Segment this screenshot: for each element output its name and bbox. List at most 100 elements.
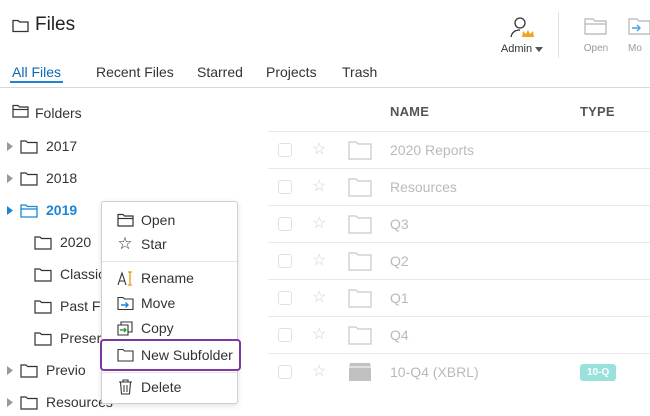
sidebar-item-2017[interactable]: 2017: [0, 135, 77, 157]
table-row[interactable]: ☆ Resources: [268, 169, 650, 205]
menu-item-star[interactable]: ☆ Star: [102, 232, 237, 256]
menu-item-label: Delete: [141, 379, 182, 395]
star-icon[interactable]: ☆: [312, 179, 326, 195]
star-icon[interactable]: ☆: [312, 364, 326, 380]
sidebar-item-classic[interactable]: Classic: [0, 263, 105, 285]
menu-item-open[interactable]: Open: [102, 208, 237, 232]
folder-icon: [34, 299, 52, 314]
folders-heading-label: Folders: [35, 104, 82, 121]
table-row[interactable]: ☆ 2020 Reports: [268, 132, 650, 168]
sidebar-item-past[interactable]: Past Fi: [0, 295, 104, 317]
sidebar-item-2018[interactable]: 2018: [0, 167, 77, 189]
folder-open-icon: [116, 213, 134, 227]
table-row[interactable]: ☆ 10-Q4 (XBRL) 10-Q: [268, 354, 650, 390]
file-name: 2020 Reports: [390, 142, 475, 158]
star-icon[interactable]: ☆: [312, 327, 326, 343]
tab-projects[interactable]: Projects: [266, 64, 317, 80]
caret-right-icon[interactable]: [0, 397, 20, 407]
page-header: Files: [12, 14, 75, 36]
filing-box-icon: [348, 362, 372, 382]
menu-divider: [102, 261, 237, 262]
context-menu: Open ☆ Star Rename Move Copy New Subfold…: [100, 201, 241, 404]
sidebar-item-label: Classic: [60, 266, 106, 282]
sidebar-item-2019[interactable]: 2019: [0, 199, 77, 221]
sidebar-item-label: 2020: [60, 234, 92, 250]
caret-right-icon[interactable]: [0, 141, 20, 151]
file-name: Q1: [390, 290, 409, 306]
type-badge: 10-Q: [580, 363, 617, 381]
sidebar-item-previo[interactable]: Previo: [0, 359, 86, 381]
tab-trash[interactable]: Trash: [342, 64, 377, 80]
sidebar-item-label: 2018: [46, 170, 78, 186]
open-label: Open: [583, 43, 609, 54]
folder-icon: [20, 395, 38, 410]
tab-bar: All Files Recent Files Starred Projects …: [0, 64, 650, 88]
file-name: Q4: [390, 327, 409, 343]
table-row[interactable]: ☆ Q1: [268, 280, 650, 316]
caret-right-icon[interactable]: [0, 365, 20, 375]
folder-icon: [20, 363, 38, 378]
sidebar-item-label: Previo: [46, 362, 86, 378]
tab-recent-files[interactable]: Recent Files: [96, 64, 174, 80]
move-label: Mo: [628, 43, 642, 54]
file-name: Q3: [390, 216, 409, 232]
user-crown-icon: [509, 17, 535, 41]
star-icon[interactable]: ☆: [312, 253, 326, 269]
folder-open-icon: [584, 18, 608, 39]
row-checkbox[interactable]: [278, 143, 292, 157]
menu-item-label: New Subfolder: [141, 347, 233, 363]
new-folder-icon: [116, 348, 134, 362]
sidebar-item-label: 2019: [46, 202, 78, 218]
open-button[interactable]: Open: [572, 16, 620, 54]
menu-item-delete[interactable]: Delete: [102, 375, 237, 399]
caret-right-icon[interactable]: [0, 173, 20, 183]
folders-heading: Folders: [12, 104, 82, 121]
tab-starred[interactable]: Starred: [197, 64, 243, 80]
admin-menu-button[interactable]: Admin: [498, 16, 546, 55]
column-header-name[interactable]: NAME: [390, 104, 429, 119]
tab-all-files[interactable]: All Files: [9, 64, 64, 83]
folder-icon: [34, 235, 52, 250]
sidebar-item-label: Preser: [60, 330, 102, 346]
column-header-type[interactable]: TYPE: [580, 104, 615, 119]
table-row[interactable]: ☆ Q4: [268, 317, 650, 353]
star-icon[interactable]: ☆: [312, 142, 326, 158]
rename-icon: [116, 270, 134, 286]
file-name: 10-Q4 (XBRL): [390, 364, 479, 380]
caret-right-icon[interactable]: [0, 205, 20, 215]
table-row[interactable]: ☆ Q2: [268, 243, 650, 279]
row-checkbox[interactable]: [278, 217, 292, 231]
row-checkbox[interactable]: [278, 365, 292, 379]
sidebar-item-2020[interactable]: 2020: [0, 231, 91, 253]
folder-icon: [12, 18, 29, 33]
menu-item-label: Move: [141, 295, 176, 311]
menu-item-move[interactable]: Move: [102, 291, 237, 315]
move-icon: [116, 296, 134, 311]
folder-icon: [348, 140, 372, 160]
move-button[interactable]: Mo: [628, 16, 650, 54]
copy-icon: [116, 320, 134, 336]
folder-icon: [348, 177, 372, 197]
row-checkbox[interactable]: [278, 328, 292, 342]
star-icon[interactable]: ☆: [312, 216, 326, 232]
row-checkbox[interactable]: [278, 291, 292, 305]
table-row[interactable]: ☆ Q3: [268, 206, 650, 242]
move-icon: [628, 18, 650, 39]
menu-item-new-subfolder[interactable]: New Subfolder: [100, 339, 241, 371]
trash-icon: [116, 379, 134, 395]
menu-item-copy[interactable]: Copy: [102, 316, 237, 340]
menu-item-label: Open: [141, 212, 176, 228]
folder-icon: [34, 267, 52, 282]
folder-icon: [348, 214, 372, 234]
row-checkbox[interactable]: [278, 180, 292, 194]
star-icon[interactable]: ☆: [312, 290, 326, 306]
folder-icon: [348, 251, 372, 271]
admin-label: Admin: [500, 43, 533, 55]
folder-icon: [20, 171, 38, 186]
sidebar-item-preser[interactable]: Preser: [0, 327, 101, 349]
chevron-down-icon: [535, 43, 544, 55]
menu-item-rename[interactable]: Rename: [102, 266, 237, 290]
row-checkbox[interactable]: [278, 254, 292, 268]
sidebar-item-resources[interactable]: Resources: [0, 391, 113, 413]
menu-item-label: Star: [141, 236, 167, 252]
